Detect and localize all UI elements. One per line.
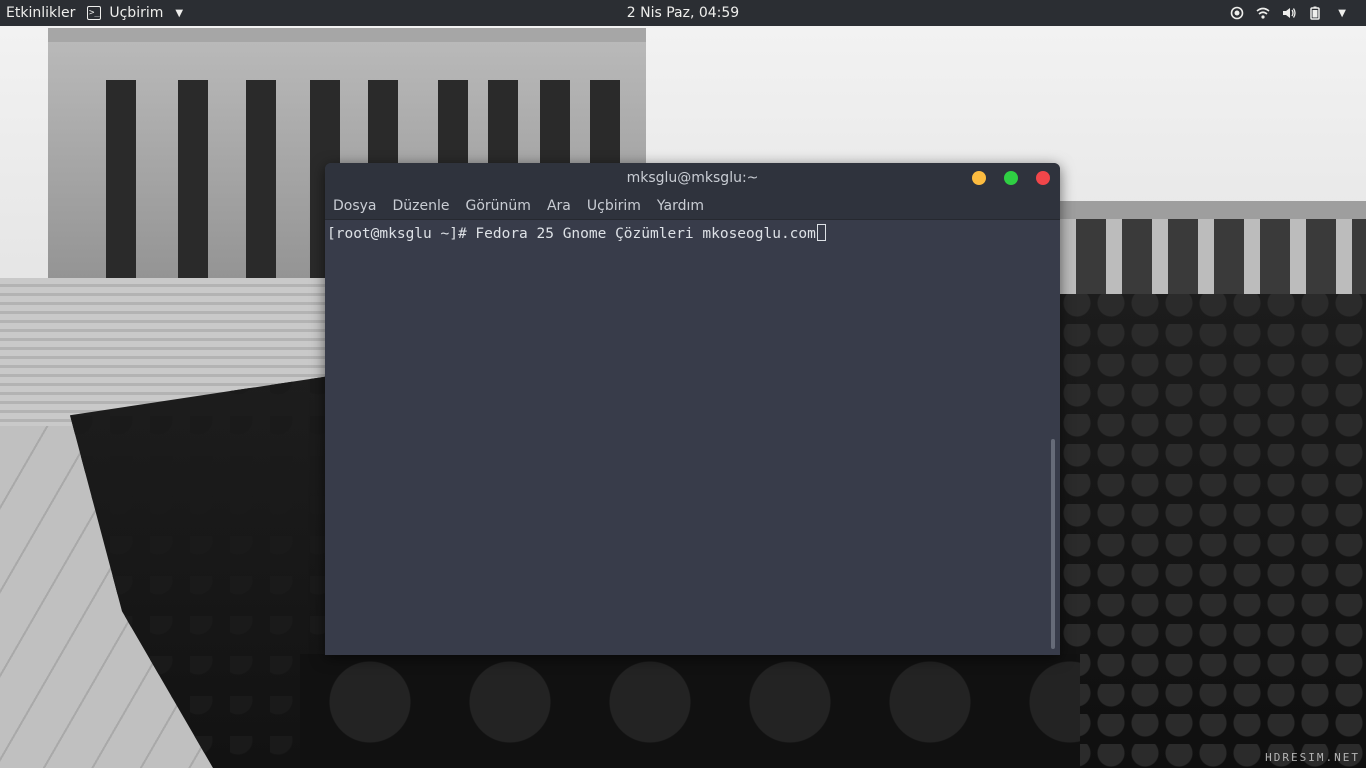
wallpaper-crowd-right (1060, 294, 1366, 768)
system-status-menu[interactable]: ▼ (1230, 0, 1346, 26)
location-icon (1230, 6, 1244, 20)
terminal-icon: >_ (87, 6, 102, 20)
gnome-top-bar: Etkinlikler >_ Uçbirim ▼ 2 Nis Paz, 04:5… (0, 0, 1366, 26)
text-cursor (816, 224, 826, 241)
clock-container: 2 Nis Paz, 04:59 (0, 0, 1366, 26)
maximize-button[interactable] (1004, 171, 1018, 185)
wallpaper-crowd-bottom (300, 654, 1080, 768)
window-titlebar[interactable]: mksglu@mksglu:~ (325, 163, 1060, 193)
menu-search[interactable]: Ara (547, 198, 571, 214)
terminal-output[interactable]: [root@mksglu ~]# Fedora 25 Gnome Çözümle… (325, 220, 1060, 655)
command-text: Fedora 25 Gnome Çözümleri mkoseoglu.com (475, 226, 816, 242)
terminal-window[interactable]: mksglu@mksglu:~ Dosya Düzenle Görünüm Ar… (325, 163, 1060, 655)
menu-terminal[interactable]: Uçbirim (587, 198, 641, 214)
app-menu-button[interactable]: >_ Uçbirim ▼ (87, 5, 183, 21)
wallpaper-watermark: HDRESIM.NET (1265, 751, 1360, 764)
activities-button[interactable]: Etkinlikler (0, 0, 81, 26)
window-title: mksglu@mksglu:~ (626, 170, 759, 186)
chevron-down-icon: ▼ (175, 7, 184, 19)
menu-edit[interactable]: Düzenle (393, 198, 450, 214)
shell-prompt: [root@mksglu ~]# (327, 226, 476, 242)
menu-file[interactable]: Dosya (333, 198, 377, 214)
close-button[interactable] (1036, 171, 1050, 185)
volume-icon (1283, 8, 1296, 18)
wifi-icon (1256, 7, 1270, 19)
menu-help[interactable]: Yardım (657, 198, 704, 214)
chevron-down-icon: ▼ (1338, 7, 1346, 19)
terminal-scrollbar[interactable] (1051, 439, 1055, 649)
app-menu-label: Uçbirim (109, 5, 164, 21)
menu-view[interactable]: Görünüm (466, 198, 531, 214)
terminal-menubar: Dosya Düzenle Görünüm Ara Uçbirim Yardım (325, 193, 1060, 220)
clock-button[interactable]: 2 Nis Paz, 04:59 (627, 5, 739, 21)
minimize-button[interactable] (972, 171, 986, 185)
battery-icon (1310, 6, 1321, 20)
